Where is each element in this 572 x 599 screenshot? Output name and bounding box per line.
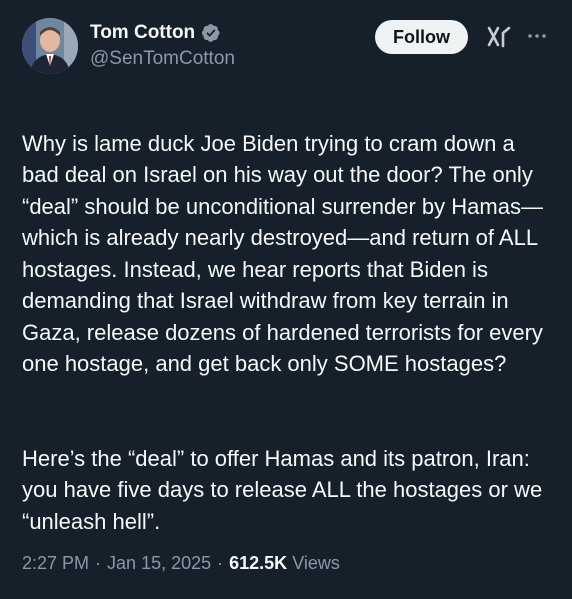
views-count[interactable]: 612.5K	[229, 553, 287, 574]
meta-separator: ·	[217, 553, 224, 573]
verified-badge-icon[interactable]	[201, 23, 221, 43]
follow-button[interactable]: Follow	[375, 20, 468, 54]
tweet-time[interactable]: 2:27 PM	[22, 553, 89, 574]
author-handle[interactable]: @SenTomCotton	[90, 48, 235, 70]
avatar[interactable]	[22, 18, 78, 74]
avatar-portrait-icon	[22, 18, 78, 74]
tweet-header: Tom Cotton @SenTomCotton Follow	[22, 14, 550, 84]
author-display-name[interactable]: Tom Cotton	[90, 22, 195, 44]
grok-icon[interactable]	[486, 25, 512, 49]
tweet-text: Why is lame duck Joe Biden trying to cra…	[22, 96, 552, 569]
author-info: Tom Cotton @SenTomCotton	[90, 22, 235, 70]
tweet-date[interactable]: Jan 15, 2025	[107, 553, 211, 574]
tweet-card: Tom Cotton @SenTomCotton Follow Why is l…	[0, 0, 572, 599]
name-row: Tom Cotton	[90, 22, 235, 44]
views-label: Views	[292, 553, 340, 573]
more-options-icon[interactable]	[526, 25, 548, 47]
tweet-paragraph-1: Why is lame duck Joe Biden trying to cra…	[22, 130, 543, 377]
tweet-meta: 2:27 PM · Jan 15, 2025 · 612.5K Views	[22, 553, 340, 574]
meta-separator: ·	[95, 553, 102, 573]
tweet-paragraph-2: Here’s the “deal” to offer Hamas and its…	[22, 445, 543, 534]
